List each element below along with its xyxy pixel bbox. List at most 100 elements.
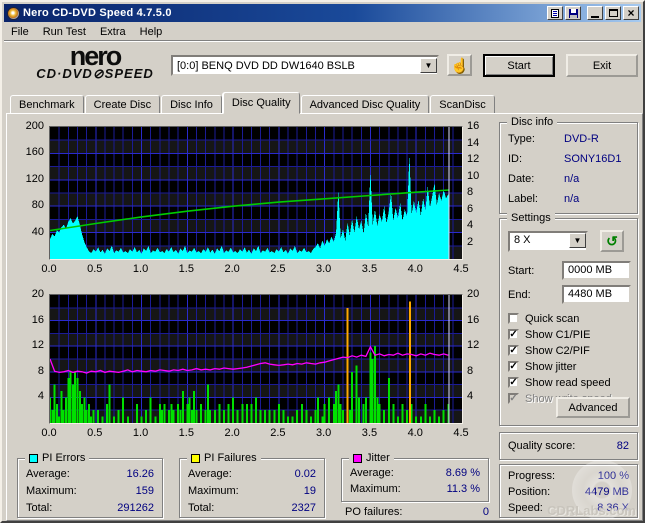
start-field[interactable]: 0000 MB bbox=[562, 261, 631, 280]
menu-file[interactable]: File bbox=[4, 24, 36, 40]
checkbox-icon[interactable]: ✓ bbox=[508, 329, 519, 340]
right-axis-tick-label: 4 bbox=[467, 390, 474, 403]
end-field-label: End: bbox=[508, 289, 531, 301]
stat-value: 2327 bbox=[291, 502, 316, 514]
checkbox-quick-scan[interactable]: Quick scan bbox=[508, 311, 633, 326]
pi-errors-stats-box: PI Errors Average: 16.26 Maximum: 159 Tota… bbox=[17, 452, 163, 518]
disc-info-box: Disc info Type: DVD-R ID: SONY16D1 Date:… bbox=[499, 116, 638, 214]
right-axis-tick-label: 16 bbox=[467, 313, 480, 326]
quality-score-box: Quality score: 82 bbox=[499, 432, 638, 460]
stat-value: 0.02 bbox=[294, 468, 316, 480]
x-axis-tick-label: 3.0 bbox=[316, 427, 332, 439]
menu-extra[interactable]: Extra bbox=[93, 24, 133, 40]
stat-label: Average: bbox=[188, 468, 232, 480]
x-axis-tick-label: 4.0 bbox=[407, 427, 423, 439]
cdrlabs-watermark: CDRLabs.com bbox=[547, 503, 636, 518]
checkbox-icon[interactable]: ✓ bbox=[508, 361, 519, 372]
stats-row: PI Errors Average: 16.26 Maximum: 159 Tota… bbox=[15, 452, 493, 520]
drive-select[interactable]: [0:0] BENQ DVD DD DW1640 BSLB ▼ bbox=[171, 55, 439, 76]
minimize-icon bbox=[591, 15, 599, 18]
tab-scandisc[interactable]: ScanDisc bbox=[430, 95, 495, 114]
stat-label: Maximum: bbox=[26, 485, 77, 497]
tab-disc-quality[interactable]: Disc Quality bbox=[222, 92, 300, 114]
stat-value: 291262 bbox=[117, 502, 154, 514]
x-axis-tick-label: 2.0 bbox=[224, 427, 240, 439]
chart-plot-area bbox=[49, 126, 463, 260]
tab-create-disc[interactable]: Create Disc bbox=[84, 95, 161, 114]
tab-strip: Benchmark Create Disc Disc Info Disc Qua… bbox=[10, 92, 641, 114]
progress-value: 100 % bbox=[597, 470, 629, 482]
maximize-icon bbox=[608, 9, 618, 17]
settings-title: Settings bbox=[507, 212, 555, 224]
right-axis-tick-label: 10 bbox=[467, 169, 480, 182]
refresh-button[interactable]: ↺ bbox=[600, 230, 624, 252]
tab-advanced-disc-quality[interactable]: Advanced Disc Quality bbox=[300, 95, 430, 114]
hand-icon: ☝ bbox=[450, 56, 469, 73]
y-axis-tick-label: 160 bbox=[25, 146, 44, 159]
tab-disc-info[interactable]: Disc Info bbox=[161, 95, 222, 114]
checkbox-icon[interactable] bbox=[508, 313, 519, 324]
window-title: Nero CD-DVD Speed 4.7.5.0 bbox=[23, 7, 172, 19]
disc-info-label: ID: bbox=[508, 153, 523, 165]
progress-label: Progress: bbox=[508, 470, 556, 482]
refresh-icon: ↺ bbox=[606, 232, 618, 249]
disc-info-title: Disc info bbox=[507, 116, 558, 128]
minimize-button[interactable] bbox=[587, 6, 603, 20]
start-button-label: Start bbox=[507, 59, 531, 72]
checkbox-show-c1-pie[interactable]: ✓ Show C1/PIE bbox=[508, 327, 633, 342]
pi-failures-swatch bbox=[191, 453, 200, 463]
advanced-button[interactable]: Advanced bbox=[556, 397, 630, 418]
start-field-label: Start: bbox=[508, 265, 535, 277]
stat-value: 11.3 % bbox=[446, 483, 480, 495]
nero-logo-text: nero bbox=[69, 41, 123, 71]
chevron-down-icon[interactable]: ▼ bbox=[420, 58, 437, 73]
x-axis-tick-label: 0.5 bbox=[87, 427, 103, 439]
right-axis-tick-label: 2 bbox=[467, 235, 474, 248]
save-button[interactable] bbox=[565, 6, 581, 20]
end-field[interactable]: 4480 MB bbox=[562, 285, 631, 304]
disc-info-label: Type: bbox=[508, 133, 535, 145]
x-axis-tick-label: 1.0 bbox=[132, 263, 149, 275]
stat-value: 19 bbox=[303, 485, 316, 497]
quality-score-label: Quality score: bbox=[508, 440, 576, 452]
x-axis-tick-label: 4.5 bbox=[453, 427, 469, 439]
checkbox-show-jitter[interactable]: ✓ Show jitter bbox=[508, 359, 633, 374]
x-axis-tick-label: 1.5 bbox=[178, 263, 194, 275]
tab-benchmark[interactable]: Benchmark bbox=[10, 95, 84, 114]
po-failures-value: 0 bbox=[482, 506, 489, 518]
right-axis-tick-label: 20 bbox=[467, 288, 480, 300]
checkbox-show-read-speed[interactable]: ✓ Show read speed bbox=[508, 375, 633, 390]
disc-info-label: Date: bbox=[508, 173, 535, 185]
stat-value: 8.69 % bbox=[445, 467, 480, 479]
menu-help[interactable]: Help bbox=[133, 24, 170, 40]
disc-date-value: n/a bbox=[564, 173, 580, 185]
checkbox-icon[interactable]: ✓ bbox=[508, 377, 519, 388]
x-axis-tick-label: 4.5 bbox=[453, 263, 469, 275]
disc-quality-page: 200 160 120 80 40 16 14 12 10 8 6 4 2 0.0 0.5 1.0 1.5 2.0… bbox=[6, 113, 643, 521]
chevron-down-icon[interactable]: ▼ bbox=[569, 233, 586, 248]
y-axis-tick-label: 40 bbox=[31, 225, 44, 238]
jitter-stats-box: Jitter Average: 8.69 % Maximum: 11.3 % bbox=[341, 452, 489, 502]
stat-value: 159 bbox=[135, 485, 154, 497]
start-button[interactable]: Start bbox=[483, 54, 555, 77]
maximize-button[interactable] bbox=[605, 6, 621, 20]
y-axis-tick-label: 20 bbox=[31, 288, 44, 300]
checkbox-icon: ✓ bbox=[508, 392, 519, 404]
checkbox-icon[interactable]: ✓ bbox=[508, 345, 519, 356]
nero-logo: nero CD·DVD⊘SPEED bbox=[20, 41, 170, 81]
y-axis-tick-label: 80 bbox=[31, 199, 44, 212]
eject-button[interactable]: ☝ bbox=[447, 54, 472, 76]
checkbox-show-c2-pif[interactable]: ✓ Show C2/PIF bbox=[508, 343, 633, 358]
jitter-swatch bbox=[353, 453, 362, 463]
stat-label: Average: bbox=[350, 467, 394, 479]
right-axis-tick-label: 4 bbox=[467, 219, 474, 231]
exit-button[interactable]: Exit bbox=[566, 54, 638, 77]
scan-speed-select[interactable]: 8 X ▼ bbox=[508, 231, 588, 252]
cd-dvd-speed-logo-text: CD·DVD⊘SPEED bbox=[36, 66, 154, 81]
position-label: Position: bbox=[508, 486, 551, 498]
stat-label: Maximum: bbox=[188, 485, 239, 497]
checkbox-label: Show jitter bbox=[525, 360, 577, 373]
menu-run-test[interactable]: Run Test bbox=[36, 24, 93, 40]
close-button[interactable]: × bbox=[623, 6, 639, 20]
report-button[interactable] bbox=[547, 6, 563, 20]
